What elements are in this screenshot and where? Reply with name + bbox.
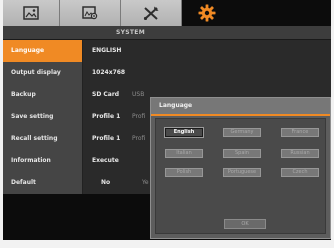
tools-icon bbox=[143, 6, 159, 20]
information-execute-button[interactable]: Execute bbox=[92, 150, 119, 172]
dialog-title: Language bbox=[151, 98, 330, 114]
language-option-czech[interactable]: Czech bbox=[281, 168, 319, 177]
language-option-russian[interactable]: Russian bbox=[281, 149, 319, 158]
setting-label: Output display bbox=[3, 62, 83, 84]
setting-row-output-display[interactable]: Output display 1024x768 bbox=[3, 62, 331, 84]
tab-system[interactable] bbox=[182, 0, 232, 26]
setting-row-language[interactable]: Language ENGLISH bbox=[3, 40, 331, 62]
tab-image-settings[interactable] bbox=[60, 0, 121, 26]
language-option-polish[interactable]: Polish bbox=[165, 168, 203, 177]
default-option-yes[interactable]: Ye bbox=[142, 172, 149, 194]
save-setting-profile-next[interactable]: Profi bbox=[132, 106, 145, 128]
recall-setting-profile-next[interactable]: Profi bbox=[132, 128, 145, 150]
setting-value-area: ENGLISH bbox=[83, 40, 331, 62]
language-option-spain[interactable]: Spain bbox=[223, 149, 261, 158]
language-option-italian[interactable]: Italian bbox=[165, 149, 203, 158]
dialog-accent-bar bbox=[151, 114, 330, 116]
backup-option-usb[interactable]: USB bbox=[132, 84, 144, 106]
gear-icon bbox=[198, 4, 216, 22]
default-option-no[interactable]: No bbox=[101, 172, 110, 194]
picture-icon bbox=[23, 6, 39, 20]
section-title: SYSTEM bbox=[116, 29, 145, 36]
setting-label: Backup bbox=[3, 84, 83, 106]
setting-label: Information bbox=[3, 150, 83, 172]
tab-bar bbox=[3, 0, 331, 26]
setting-label: Default bbox=[3, 172, 83, 194]
language-option-portuguese[interactable]: Portuguese bbox=[223, 168, 261, 177]
save-setting-profile-1[interactable]: Profile 1 bbox=[92, 106, 120, 128]
setting-label: Save setting bbox=[3, 106, 83, 128]
setting-value-area: 1024x768 bbox=[83, 62, 331, 84]
dialog-body: English Germany France Italian Spain Rus… bbox=[155, 118, 326, 234]
output-display-value[interactable]: 1024x768 bbox=[92, 62, 125, 84]
setting-label: Recall setting bbox=[3, 128, 83, 150]
recall-setting-profile-1[interactable]: Profile 1 bbox=[92, 128, 120, 150]
section-header: SYSTEM bbox=[3, 26, 331, 40]
ok-button[interactable]: OK bbox=[224, 219, 266, 229]
language-option-france[interactable]: France bbox=[281, 128, 319, 137]
language-value[interactable]: ENGLISH bbox=[92, 40, 121, 62]
setting-label: Language bbox=[3, 40, 83, 62]
system-settings-screen: SYSTEM Language ENGLISH Output display 1… bbox=[3, 0, 331, 240]
language-option-english[interactable]: English bbox=[164, 127, 204, 138]
backup-option-sd-card[interactable]: SD Card bbox=[92, 84, 119, 106]
tab-picture[interactable] bbox=[3, 0, 60, 26]
image-settings-icon bbox=[82, 6, 98, 20]
language-option-germany[interactable]: Germany bbox=[223, 128, 261, 137]
language-dialog: Language English Germany France Italian … bbox=[150, 97, 331, 239]
tab-tools[interactable] bbox=[121, 0, 182, 26]
